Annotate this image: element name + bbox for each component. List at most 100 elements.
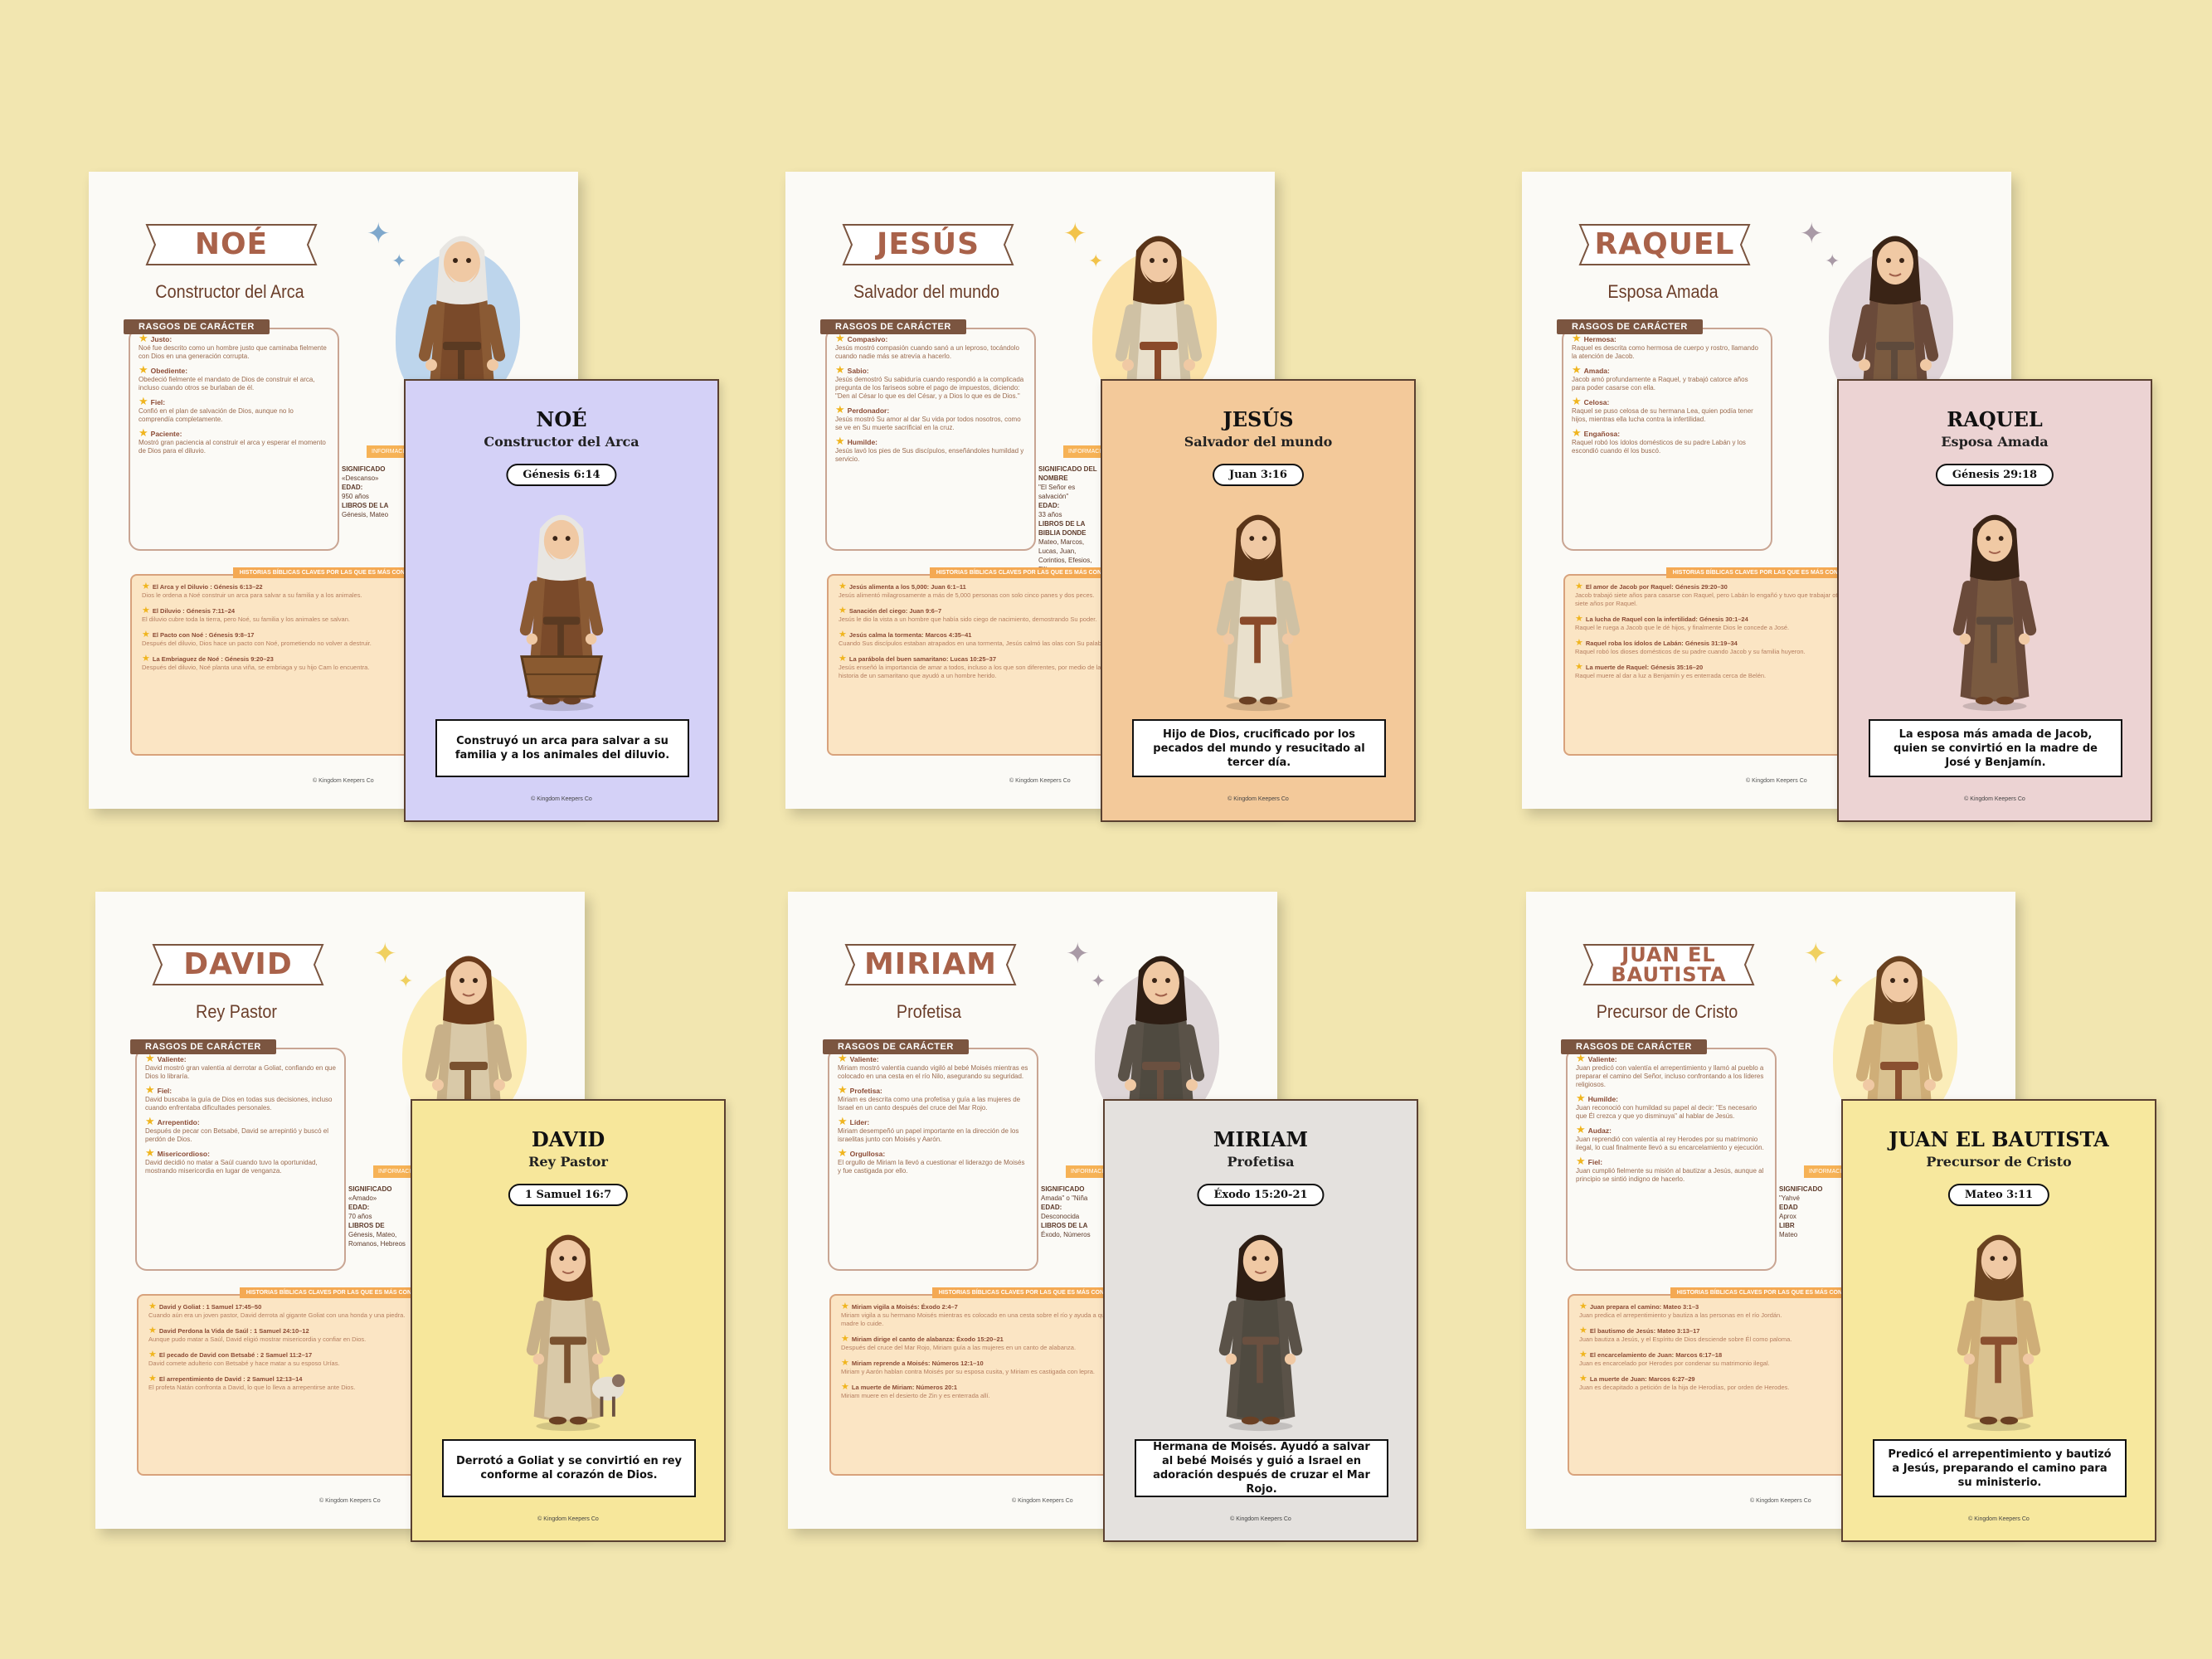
trait-item: ★ Valiente: Miriam mostró valentía cuando …	[838, 1053, 1028, 1081]
card-description: La esposa más amada de Jacob, quien se c…	[1869, 719, 2122, 777]
story-text: Raquel robó los dioses domésticos de su …	[1575, 648, 1806, 655]
scripture-reference: Éxodo 15:20-21	[1197, 1184, 1325, 1206]
star-icon: ★	[839, 654, 847, 664]
story-item: ★ El amor de Jacob por Raquel: Génesis 29…	[1575, 582, 1854, 608]
stories-heading: HISTORIAS BÍBLICAS CLAVES POR LAS QUE ES…	[931, 1287, 1130, 1298]
trait-item: ★ Perdonador: Jesús mostró Su amor al dar …	[835, 404, 1026, 432]
story-item: ★ Jesús alimenta a los 5,000: Juan 6:1–11…	[839, 582, 1117, 600]
story-item: ★ El pecado de David con Betsabé : 2 Samu…	[148, 1350, 427, 1368]
sparkle-icon: ✦	[1800, 218, 1824, 250]
star-icon: ★	[841, 1334, 849, 1344]
stories-heading: HISTORIAS BÍBLICAS CLAVES POR LAS QUE ES…	[232, 567, 430, 578]
character-illustration	[1952, 514, 2037, 712]
story-text: Después del diluvio, Dios hace un pacto …	[142, 640, 372, 647]
scripture-reference: Mateo 3:11	[1947, 1184, 2050, 1206]
story-title: El Pacto con Noé : Génesis 9:8–17	[152, 631, 255, 639]
sheet-credit: © Kingdom Keepers Co	[1012, 1498, 1073, 1504]
star-icon: ★	[838, 1146, 848, 1159]
name-banner: DAVID	[147, 941, 329, 988]
story-text: Aunque pudo matar a Saúl, David eligió m…	[148, 1335, 367, 1343]
star-icon: ★	[1579, 1350, 1587, 1360]
traits-box: RASGOS DE CARÁCTER ★ Valiente: David mostró…	[130, 1039, 346, 1271]
story-item: ★ La lucha de Raquel con la infertilidad:…	[1575, 615, 1854, 632]
trait-title: Paciente:	[150, 430, 182, 438]
name-banner: NOÉ	[140, 221, 323, 268]
info-line: Génesis, Mateo	[342, 511, 389, 518]
trait-title: Fiel:	[157, 1087, 173, 1095]
story-text: El profeta Natán confronta a David, lo q…	[148, 1384, 356, 1391]
star-icon: ★	[835, 363, 845, 376]
card-name: JESÚS	[1223, 407, 1294, 431]
card-credit: © Kingdom Keepers Co	[537, 1516, 599, 1522]
card-subtitle: Rey Pastor	[528, 1154, 608, 1170]
info-line: Desconocida	[1041, 1213, 1080, 1220]
story-text: El diluvio cubre toda la tierra, pero No…	[142, 615, 350, 623]
trait-title: Profetisa:	[849, 1087, 882, 1095]
star-icon: ★	[1576, 1123, 1586, 1136]
story-title: El Arca y el Diluvio : Génesis 6:13–22	[152, 583, 263, 591]
trait-item: ★ Obediente: Obedeció fielmente el mandato…	[139, 364, 329, 392]
traits-heading: RASGOS DE CARÁCTER	[124, 319, 270, 334]
card-figure	[1196, 497, 1320, 717]
info-line: LIBR	[1779, 1222, 1795, 1229]
trait-item: ★ Fiel: David buscaba la guía de Dios en t…	[145, 1084, 336, 1112]
stories-box: HISTORIAS BÍBLICAS CLAVES POR LAS QUE ES…	[829, 1287, 1131, 1476]
trait-item: ★ Audaz: Juan reprendió con valentía al re…	[1576, 1123, 1767, 1152]
star-icon: ★	[1579, 1326, 1587, 1335]
star-icon: ★	[1579, 1374, 1587, 1384]
story-title: Raquel roba los ídolos de Labán: Génesis…	[1585, 640, 1738, 647]
story-title: La parábola del buen samaritano: Lucas 1…	[848, 655, 997, 663]
story-title: La lucha de Raquel con la infertilidad: …	[1585, 615, 1748, 623]
stories-heading: HISTORIAS BÍBLICAS CLAVES POR LAS QUE ES…	[929, 567, 1127, 578]
story-text: Jesús alimentó milagrosamente a más de 5…	[839, 591, 1095, 599]
product-mockup: { "colors": { "background": "#f2e6b0", "…	[0, 0, 2212, 1659]
card-name: MIRIAM	[1213, 1127, 1309, 1151]
scripture-reference: Génesis 29:18	[1935, 464, 2054, 486]
card-description: Hijo de Dios, crucificado por los pecado…	[1132, 719, 1386, 777]
sparkle-icon: ✦	[1066, 938, 1090, 970]
traits-box: RASGOS DE CARÁCTER ★ Valiente: Miriam mostr…	[823, 1039, 1038, 1271]
character-illustration	[526, 1234, 625, 1432]
character-name: MIRIAM	[863, 947, 998, 981]
stories-box: HISTORIAS BÍBLICAS CLAVES POR LAS QUE ES…	[1563, 567, 1865, 756]
trait-title: Obediente:	[150, 367, 188, 375]
trait-text: Miriam desempeñó un papel importante en …	[838, 1127, 1019, 1143]
trait-item: ★ Paciente: Mostró gran paciencia al const…	[139, 427, 329, 455]
story-text: Después del diluvio, Noé planta una viña…	[142, 664, 370, 671]
character-card: JESÚS Salvador del mundo Juan 3:16 Hijo de …	[1101, 379, 1416, 822]
story-text: Miriam muere en el desierto de Zin y es …	[841, 1392, 990, 1399]
trait-title: Justo:	[150, 335, 173, 343]
trait-item: ★ Valiente: Juan predicó con valentía el a…	[1576, 1053, 1767, 1089]
trait-item: ★ Orgullosa: El orgullo de Miriam la llevó…	[838, 1146, 1028, 1175]
story-item: ★ Miriam reprende a Moisés: Números 12:1–…	[841, 1359, 1120, 1376]
story-title: David Perdona la Vida de Saúl : 1 Samuel…	[158, 1327, 309, 1335]
info-line: 70 años	[348, 1213, 372, 1220]
card-credit: © Kingdom Keepers Co	[1964, 796, 2025, 802]
star-icon: ★	[1575, 581, 1583, 591]
sparkle-icon: ✦	[367, 218, 391, 250]
card-name: DAVID	[531, 1127, 605, 1151]
trait-text: Noé fue descrito como un hombre justo qu…	[139, 344, 327, 360]
story-text: Raquel muere al dar a luz a Benjamín y e…	[1575, 672, 1767, 679]
card-credit: © Kingdom Keepers Co	[1968, 1516, 2030, 1522]
character-set: ✦ ✦ DAVID Rey Pastor RASGOS DE CARÁCTER ★ Vali…	[95, 892, 734, 1555]
character-subtitle: Esposa Amada	[1607, 281, 1719, 302]
star-icon: ★	[1572, 395, 1582, 407]
story-item: ★ El bautismo de Jesús: Mateo 3:13–17 Juan…	[1579, 1326, 1858, 1344]
story-text: Jesús le dio la vista a un hombre que ha…	[839, 615, 1097, 623]
story-title: La Embriaguez de Noé : Génesis 9:20–23	[152, 655, 274, 663]
info-box: INFORMACIÓN SIGNIFICADO Amada" o "Niña EDAD…	[1041, 1165, 1117, 1265]
star-icon: ★	[142, 654, 150, 664]
story-item: ★ La muerte de Miriam: Números 20:1 Miriam…	[841, 1383, 1120, 1400]
sheet-credit: © Kingdom Keepers Co	[319, 1498, 381, 1504]
name-banner: JUAN EL BAUTISTA	[1578, 941, 1760, 988]
story-item: ★ David y Goliat : 1 Samuel 17:45–50 Cuand…	[148, 1302, 427, 1320]
story-text: Miriam vigila a su hermano Moisés mientr…	[841, 1311, 1117, 1327]
trait-title: Sabio:	[847, 367, 869, 375]
character-name: JESÚS	[876, 227, 980, 261]
info-line: LIBROS DE LA	[342, 502, 389, 509]
star-icon: ★	[841, 1382, 849, 1392]
star-icon: ★	[139, 395, 148, 407]
story-title: La muerte de Miriam: Números 20:1	[851, 1384, 957, 1391]
trait-text: Juan reprendió con valentía al rey Herod…	[1576, 1136, 1764, 1151]
